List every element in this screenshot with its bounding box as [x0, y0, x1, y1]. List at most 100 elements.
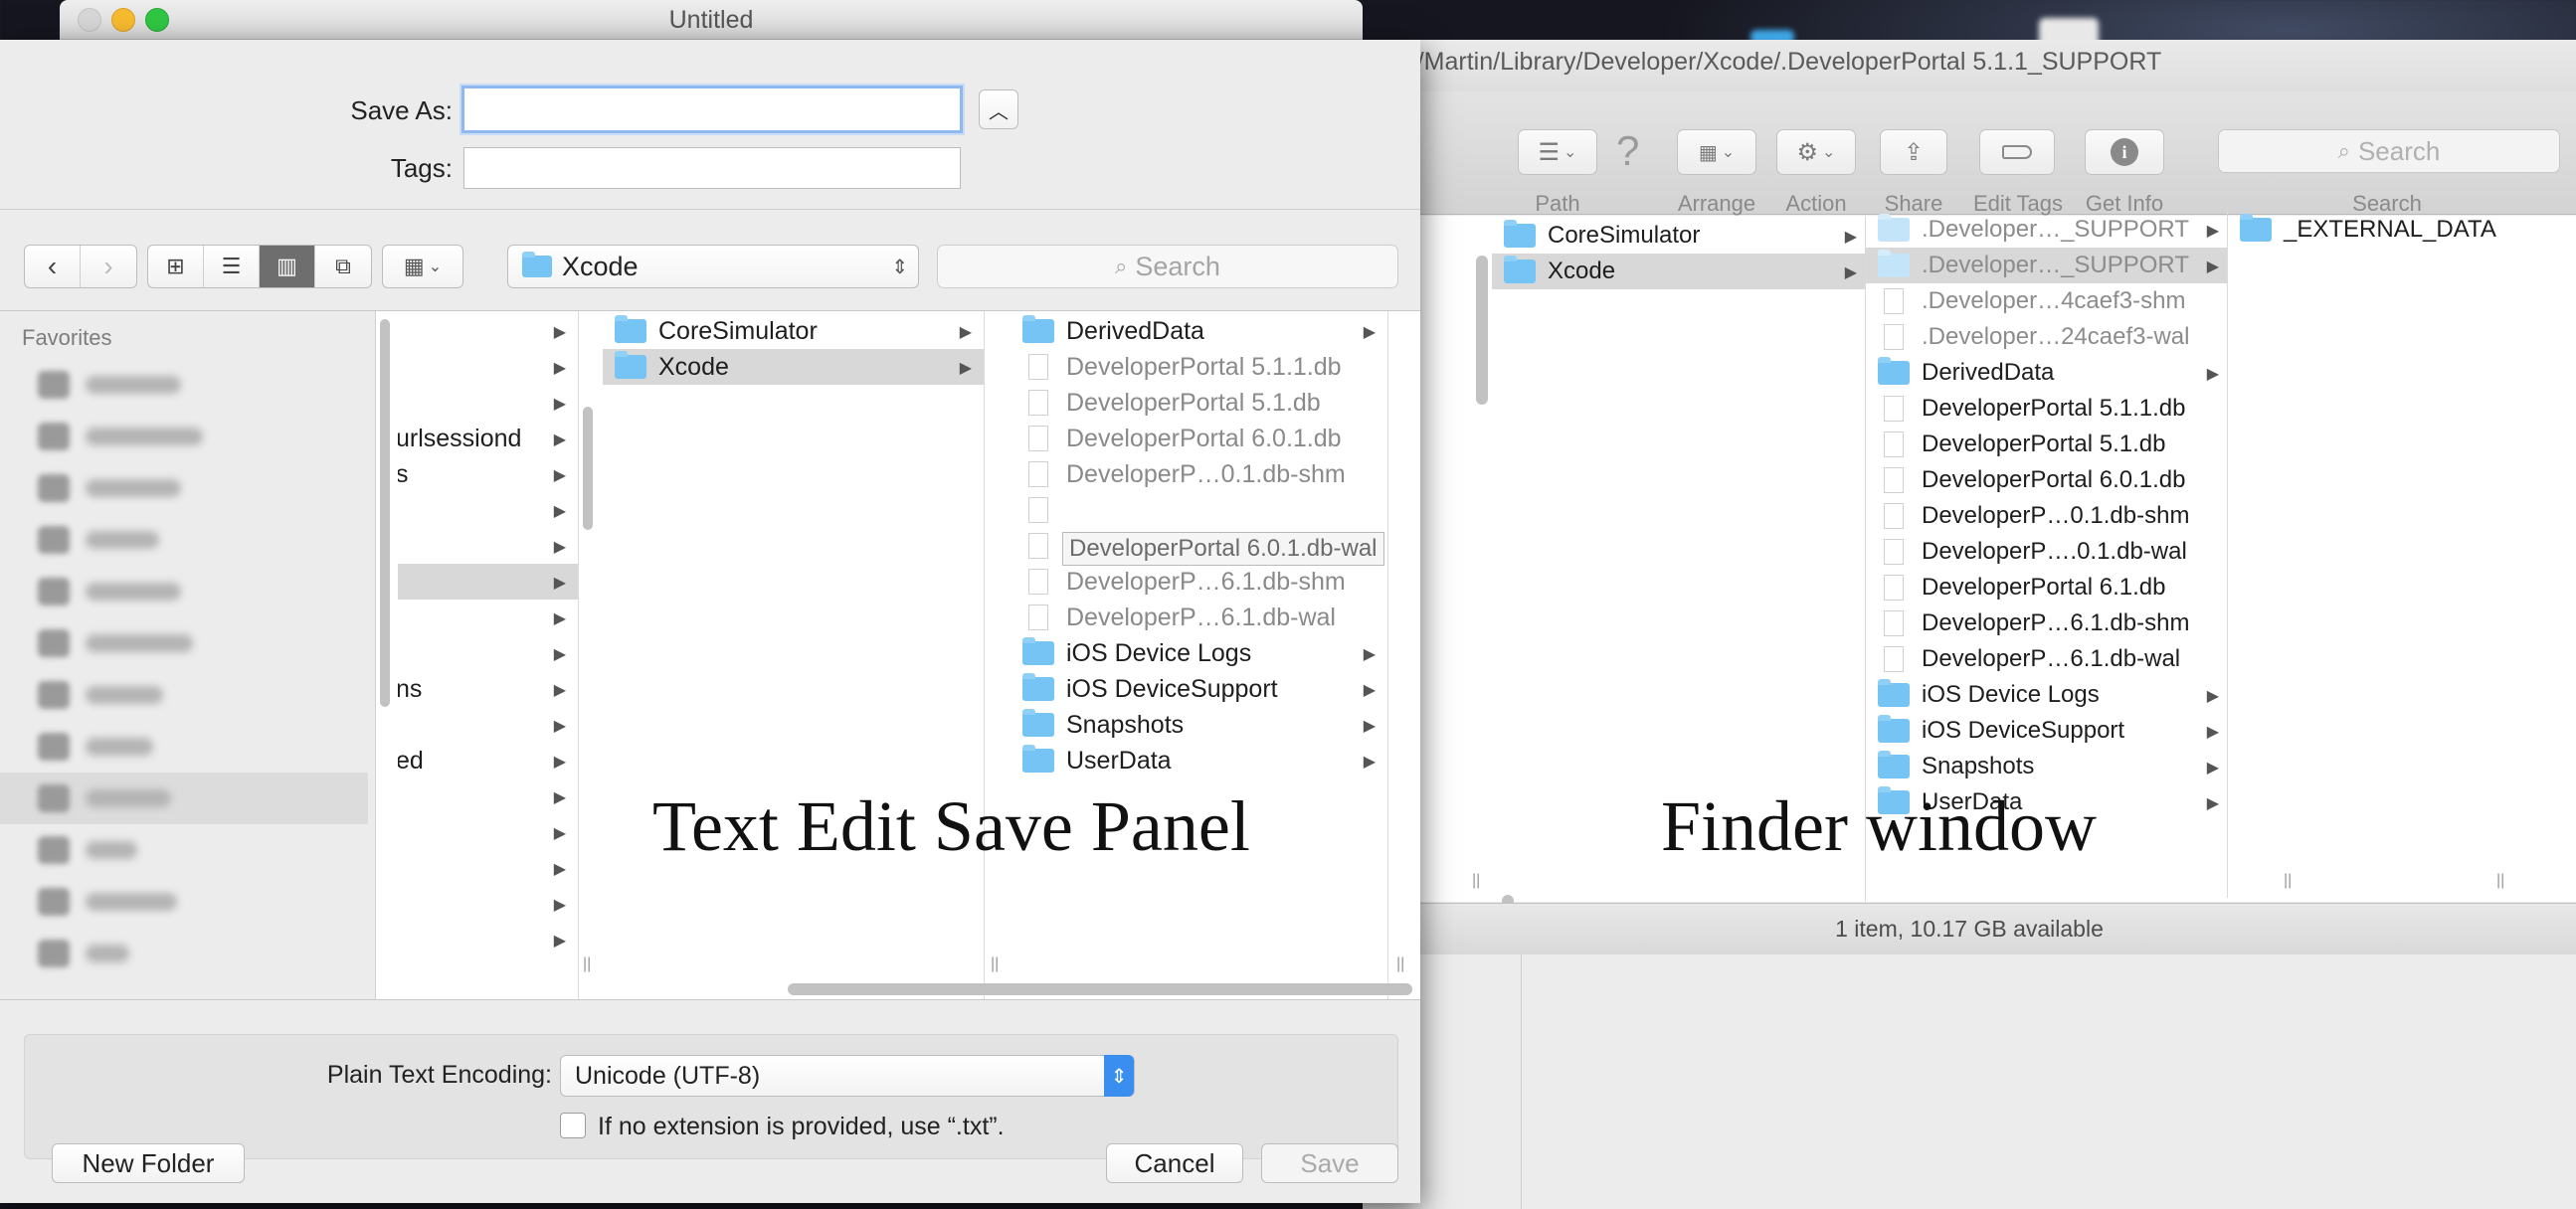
sidebar-item[interactable]: Pictures [0, 876, 368, 928]
list-item[interactable]: Snapshots ▶ [1011, 707, 1387, 743]
list-item[interactable]: ▶ [398, 528, 578, 564]
path-button[interactable]: ☰ ⌄ [1518, 129, 1597, 175]
list-item[interactable]: DeveloperPortal 6.0.1.db [1011, 421, 1387, 456]
sidebar-scrollbar[interactable] [380, 319, 390, 707]
list-item[interactable]: DeveloperP…6.1.db-shm [1011, 564, 1387, 600]
list-item[interactable]: ▶ [398, 564, 578, 600]
forward-button[interactable]: › [81, 246, 136, 287]
sidebar-item[interactable]: Desktop [0, 462, 368, 514]
list-item[interactable]: _EXTERNAL_DATA [2228, 212, 2576, 248]
list-item[interactable]: DeveloperP…6.1.db-wal [1866, 641, 2227, 677]
list-item[interactable]: ▶ [398, 778, 578, 814]
list-item[interactable]: DeveloperPortal 6.1.db [1866, 570, 2227, 605]
list-item[interactable]: urlsessiond ▶ [398, 421, 578, 456]
list-item[interactable]: ▶ [398, 886, 578, 922]
save-as-field[interactable] [461, 86, 963, 133]
arrange-button[interactable]: ▦ ⌄ [1677, 129, 1756, 175]
list-item[interactable]: DeveloperPortal 5.1.db [1866, 427, 2227, 462]
list-item[interactable]: ▶ [398, 600, 578, 635]
encoding-popup[interactable]: Unicode (UTF-8) ⇕ [560, 1055, 1135, 1097]
finder-vertical-scrollbar[interactable] [1476, 256, 1488, 405]
list-item[interactable]: Xcode ▶ [1492, 254, 1865, 289]
list-item[interactable]: iOS DeviceSupport ▶ [1866, 713, 2227, 749]
icon-view-button[interactable]: ⊞ [148, 246, 204, 287]
finder-search-field[interactable]: ⌕ Search [2218, 129, 2560, 173]
sidebar-item[interactable]: web [0, 824, 368, 876]
tags-field[interactable] [463, 147, 961, 189]
back-forward-control[interactable]: ‹ › [24, 245, 137, 288]
list-item[interactable]: ns ▶ [398, 671, 578, 707]
list-item[interactable]: .Developer…4caef3-shm [1866, 283, 2227, 319]
get-info-button[interactable]: i [2085, 129, 2164, 175]
panel-search-field[interactable]: ⌕ Search [937, 245, 1398, 288]
list-item[interactable]: DeveloperPortal 6.0.1.db [1866, 462, 2227, 498]
list-item[interactable]: DeveloperP…6.1.db-wal [1011, 600, 1387, 635]
list-item[interactable]: iOS Device Logs ▶ [1011, 635, 1387, 671]
list-item[interactable]: DeveloperP…0.1.db-shm [1866, 498, 2227, 534]
list-item[interactable]: CoreSimulator ▶ [1492, 218, 1865, 254]
sidebar-item[interactable]: iCloud Drive [0, 411, 368, 462]
column-resize-handle[interactable]: || [2496, 872, 2504, 890]
list-item[interactable]: ▶ [398, 707, 578, 743]
list-item[interactable]: Xcode ▶ [603, 349, 984, 385]
list-item[interactable]: s▶ [398, 456, 578, 492]
new-folder-button[interactable]: New Folder [52, 1143, 245, 1183]
column-resize-handle[interactable]: || [2284, 872, 2292, 890]
back-button[interactable]: ‹ [25, 246, 81, 287]
view-mode-control[interactable]: ⊞ ☰ ▥ ⧉ [147, 245, 372, 288]
finder-titlebar[interactable]: ers/Martin/Library/Developer/Xcode/.Deve… [1363, 40, 2576, 91]
list-item[interactable]: ▶ [398, 922, 578, 957]
sidebar-item[interactable]: Music [0, 721, 368, 773]
list-item[interactable]: DeveloperP…0.1.db-shm [1011, 456, 1387, 492]
extension-checkbox[interactable] [560, 1113, 586, 1138]
list-item[interactable]: ▶ [398, 850, 578, 886]
list-item[interactable] [1011, 492, 1387, 528]
textedit-titlebar[interactable]: Untitled [60, 0, 1363, 40]
sidebar-item[interactable]: Dev [0, 928, 368, 979]
sidebar-item[interactable]: Recents [0, 359, 368, 411]
help-icon[interactable]: ? [1616, 127, 1639, 175]
list-item[interactable]: ▶ [398, 313, 578, 349]
list-item[interactable]: DerivedData ▶ [1866, 355, 2227, 391]
list-item[interactable]: DeveloperP…6.1.db-shm [1866, 605, 2227, 641]
list-item[interactable]: ▶ [398, 349, 578, 385]
save-button[interactable]: Save [1261, 1143, 1398, 1183]
list-item[interactable]: UserData ▶ [1011, 743, 1387, 778]
sidebar-item[interactable]: Documents [0, 566, 368, 617]
sidebar-item[interactable]: Movies [0, 669, 368, 721]
cancel-button[interactable]: Cancel [1106, 1143, 1243, 1183]
sidebar-item[interactable]: Shared [0, 514, 368, 566]
list-item[interactable]: iOS Device Logs ▶ [1866, 677, 2227, 713]
list-item[interactable]: DeveloperPortal 5.1.1.db [1866, 391, 2227, 427]
column-resize-handle[interactable]: || [1396, 955, 1404, 973]
list-item[interactable]: .Developer…_SUPPORT ▶ [1866, 248, 2227, 283]
column-view-button[interactable]: ▥ [260, 246, 315, 287]
browser-horizontal-scrollbar[interactable] [788, 983, 1412, 995]
list-view-button[interactable]: ☰ [204, 246, 260, 287]
list-item[interactable]: DeveloperPortal 5.1.1.db [1011, 349, 1387, 385]
location-popup[interactable]: Xcode ⇕ [507, 245, 919, 288]
list-item[interactable]: DeveloperPortal 5.1.db [1011, 385, 1387, 421]
column-resize-handle[interactable]: || [991, 955, 999, 973]
column-scrollbar[interactable] [583, 407, 593, 530]
column-resize-handle[interactable]: || [583, 955, 591, 973]
action-button[interactable]: ⚙ ⌄ [1776, 129, 1856, 175]
share-button[interactable]: ⇪ [1880, 129, 1947, 175]
sidebar-item[interactable]: Martin [0, 773, 368, 824]
list-item[interactable]: ▶ [398, 814, 578, 850]
column-resize-handle[interactable]: || [1472, 872, 1480, 890]
edit-tags-button[interactable] [1979, 129, 2055, 175]
list-item[interactable]: Snapshots ▶ [1866, 749, 2227, 784]
list-item[interactable]: DeveloperP….0.1.db-wal [1866, 534, 2227, 570]
list-item[interactable]: ed ▶ [398, 743, 578, 778]
list-item[interactable]: iOS DeviceSupport ▶ [1011, 671, 1387, 707]
list-item[interactable]: ▶ [398, 385, 578, 421]
list-item[interactable]: DerivedData ▶ [1011, 313, 1387, 349]
collapse-toggle-button[interactable]: ︿ [979, 89, 1018, 129]
list-item[interactable]: .Developer…24caef3-wal [1866, 319, 2227, 355]
list-item[interactable]: .Developer…_SUPPORT ▶ [1866, 212, 2227, 248]
arrange-popup[interactable]: ▦ ⌄ [382, 245, 463, 288]
list-item[interactable]: ▶ [398, 492, 578, 528]
list-item[interactable]: CoreSimulator ▶ [603, 313, 984, 349]
list-item[interactable]: ▶ [398, 635, 578, 671]
